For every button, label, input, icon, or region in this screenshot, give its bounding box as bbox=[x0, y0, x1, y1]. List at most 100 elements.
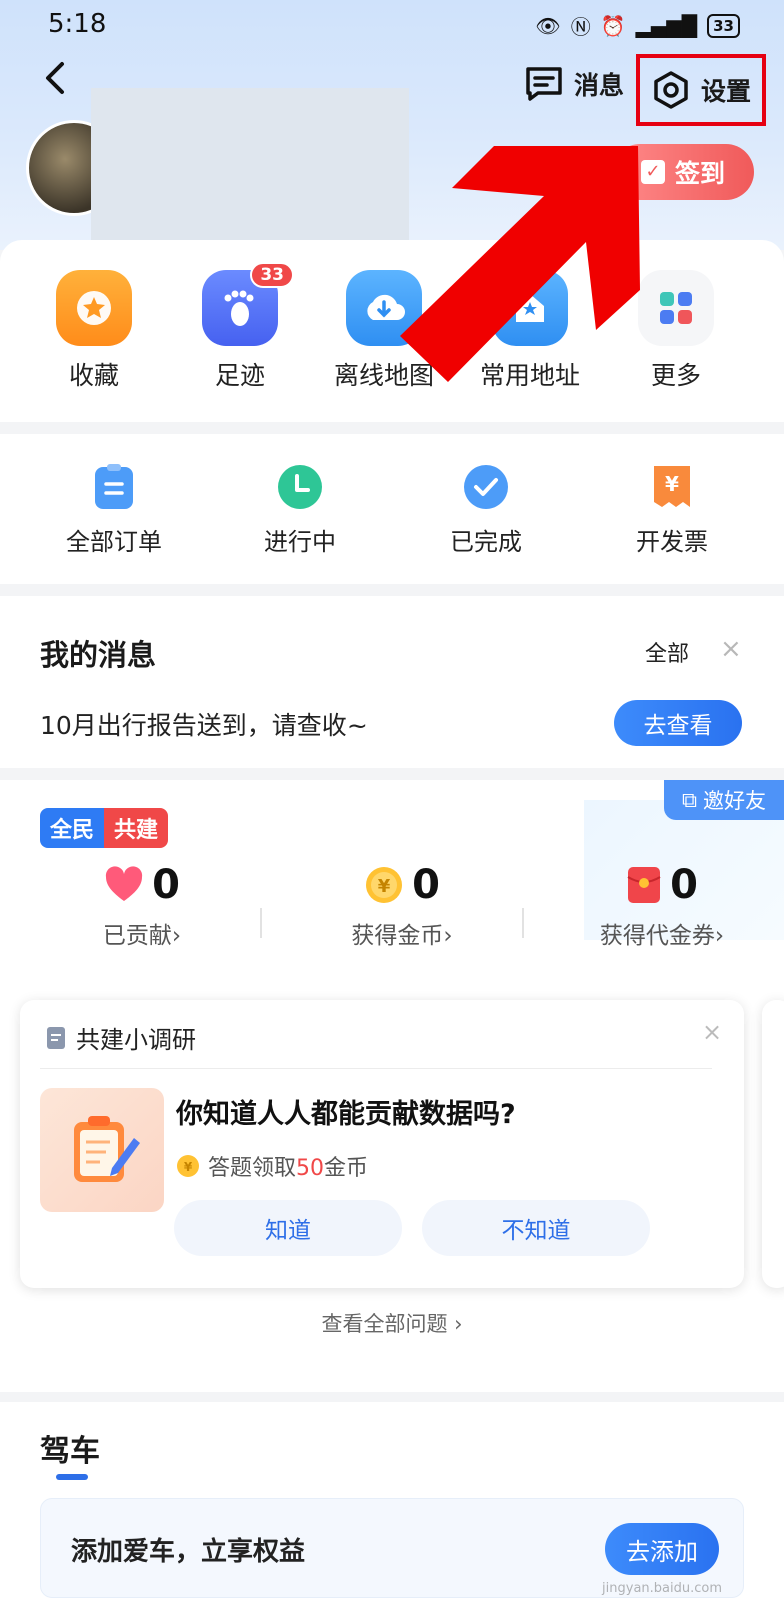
invoice-icon: ¥ bbox=[647, 462, 697, 512]
driving-title: 驾车 bbox=[40, 1434, 100, 1469]
stat-vouchers[interactable]: 0 获得代金券› bbox=[552, 862, 772, 950]
stat-divider bbox=[522, 908, 524, 938]
settings-hexagon-icon bbox=[654, 71, 688, 109]
checkin-button[interactable]: ✓ 签到 bbox=[612, 144, 754, 200]
my-messages-card: 我的消息 全部 × 10月出行报告送到，请查收~ 去查看 bbox=[0, 596, 784, 768]
clock-icon bbox=[275, 462, 325, 512]
quick-label-favorites: 收藏 bbox=[68, 361, 119, 390]
driving-card: 驾车 添加爱车，立享权益 去添加 jingyan.baidu.com bbox=[0, 1402, 784, 1600]
settings-label: 设置 bbox=[700, 77, 751, 106]
messages-label: 消息 bbox=[574, 71, 625, 100]
svg-text:¥: ¥ bbox=[184, 1160, 193, 1174]
co-build-tag-left: 全民 bbox=[40, 808, 105, 848]
stat-contributed-label: 已贡献› bbox=[102, 923, 182, 949]
order-item-in-progress[interactable]: 进行中 bbox=[230, 462, 370, 557]
settings-button[interactable]: 设置 bbox=[636, 54, 766, 126]
red-envelope-icon bbox=[627, 867, 661, 903]
watermark: jingyan.baidu.com bbox=[602, 1581, 722, 1596]
quick-label-offline-map: 离线地图 bbox=[333, 361, 434, 390]
co-build-logo: 全民 共建 bbox=[40, 808, 169, 848]
co-build-card: ⧉ 邀好友 全民 共建 0 已贡献› ¥ 0 获得金币› 0 获得代金券› 共建… bbox=[0, 780, 784, 1392]
quick-item-offline-map[interactable]: 离线地图 bbox=[324, 270, 444, 392]
orders-card: 全部订单 进行中 已完成 ¥ 开发票 bbox=[0, 434, 784, 584]
survey-reward: ¥ 答题领取50金币 bbox=[176, 1150, 368, 1182]
answer-yes-button[interactable]: 知道 bbox=[174, 1200, 402, 1256]
stat-contributed[interactable]: 0 已贡献› bbox=[32, 862, 252, 950]
my-messages-all-link[interactable]: 全部 bbox=[645, 636, 689, 668]
reward-prefix: 答题领取 bbox=[208, 1156, 297, 1181]
next-survey-card[interactable] bbox=[762, 1000, 784, 1288]
clipboard-illustration bbox=[40, 1088, 164, 1212]
nfc-icon: Ⓝ bbox=[570, 15, 591, 39]
messages-button[interactable]: 消息 bbox=[524, 64, 624, 104]
quick-actions-card: 收藏 33 足迹 离线地图 常用地址 更多 bbox=[0, 240, 784, 422]
close-icon[interactable]: × bbox=[720, 634, 742, 664]
reward-amount: 50 bbox=[296, 1156, 325, 1181]
coin-icon: ¥ bbox=[177, 1155, 199, 1177]
message-icon bbox=[526, 67, 562, 101]
reward-suffix: 金币 bbox=[324, 1156, 369, 1181]
battery-icon: 33 bbox=[707, 13, 740, 38]
quick-label-more: 更多 bbox=[650, 361, 701, 390]
calendar-check-icon: ✓ bbox=[640, 160, 665, 184]
stat-coins-label: 获得金币› bbox=[351, 923, 453, 949]
my-messages-text: 10月出行报告送到，请查收~ bbox=[40, 711, 368, 740]
check-icon bbox=[461, 462, 511, 512]
view-all-questions-link[interactable]: 查看全部问题 › bbox=[0, 1308, 784, 1338]
my-messages-title: 我的消息 bbox=[40, 638, 157, 672]
heart-icon bbox=[105, 866, 143, 901]
survey-title: 共建小调研 bbox=[76, 1026, 196, 1054]
stat-coins[interactable]: ¥ 0 获得金币› bbox=[292, 862, 512, 950]
add-car-text: 添加爱车，立享权益 bbox=[71, 1537, 306, 1567]
invite-label: 邀好友 bbox=[703, 789, 766, 813]
view-report-button[interactable]: 去查看 bbox=[614, 700, 742, 746]
quick-item-addresses[interactable]: 常用地址 bbox=[470, 270, 590, 392]
status-icons: 👁 Ⓝ ⏰ ▂▄▆█ 33 bbox=[535, 11, 740, 40]
status-bar: 5:18 👁 Ⓝ ⏰ ▂▄▆█ 33 bbox=[0, 0, 784, 48]
order-item-all[interactable]: 全部订单 bbox=[44, 462, 184, 557]
redacted-username bbox=[91, 88, 409, 258]
answer-no-button[interactable]: 不知道 bbox=[422, 1200, 650, 1256]
clipboard-pencil-icon bbox=[74, 1116, 140, 1182]
alarm-icon: ⏰ bbox=[600, 13, 626, 38]
back-button[interactable] bbox=[34, 56, 78, 100]
tab-indicator bbox=[56, 1474, 88, 1480]
order-list-icon bbox=[89, 462, 139, 512]
quick-label-addresses: 常用地址 bbox=[479, 361, 580, 390]
svg-text:¥: ¥ bbox=[665, 472, 679, 496]
share-icon: ⧉ bbox=[682, 787, 697, 812]
co-build-tag-right: 共建 bbox=[104, 808, 169, 848]
invite-friends-button[interactable]: ⧉ 邀好友 bbox=[664, 780, 784, 820]
divider bbox=[40, 1068, 712, 1069]
footprint-badge: 33 bbox=[250, 262, 294, 288]
order-label-in-progress: 进行中 bbox=[264, 528, 336, 556]
quick-item-favorites[interactable]: 收藏 bbox=[34, 270, 154, 392]
checkin-label: 签到 bbox=[674, 159, 725, 188]
coin-icon: ¥ bbox=[366, 867, 403, 903]
add-car-button[interactable]: 去添加 bbox=[605, 1523, 719, 1575]
quick-label-footprint: 足迹 bbox=[214, 361, 265, 390]
stat-vouchers-label: 获得代金券› bbox=[599, 923, 725, 949]
stat-vouchers-value: 0 bbox=[670, 862, 698, 908]
svg-text:¥: ¥ bbox=[378, 876, 391, 897]
quick-item-more[interactable]: 更多 bbox=[616, 270, 736, 392]
order-label-invoice: 开发票 bbox=[636, 528, 708, 556]
footprint-icon: 33 bbox=[202, 262, 294, 346]
star-icon bbox=[56, 270, 132, 346]
document-icon bbox=[47, 1026, 65, 1049]
order-label-completed: 已完成 bbox=[450, 528, 522, 556]
stat-divider bbox=[260, 908, 262, 938]
survey-question: 你知道人人都能贡献数据吗? bbox=[176, 1099, 516, 1130]
signal-icon: ▂▄▆█ bbox=[635, 13, 698, 38]
stat-coins-value: 0 bbox=[412, 862, 440, 908]
status-time: 5:18 bbox=[48, 9, 107, 39]
cloud-download-icon bbox=[346, 270, 422, 346]
order-item-invoice[interactable]: ¥ 开发票 bbox=[602, 462, 742, 557]
quick-item-footprint[interactable]: 33 足迹 bbox=[180, 262, 300, 392]
eye-icon: 👁 bbox=[535, 13, 561, 38]
home-icon bbox=[492, 270, 568, 346]
close-icon[interactable]: × bbox=[702, 1018, 722, 1046]
order-item-completed[interactable]: 已完成 bbox=[416, 462, 556, 557]
survey-card: 共建小调研 × 你知道人人都能贡献数据吗? ¥ 答题领取50金币 知道 不知道 bbox=[20, 1000, 744, 1288]
chevron-left-icon bbox=[46, 62, 64, 94]
